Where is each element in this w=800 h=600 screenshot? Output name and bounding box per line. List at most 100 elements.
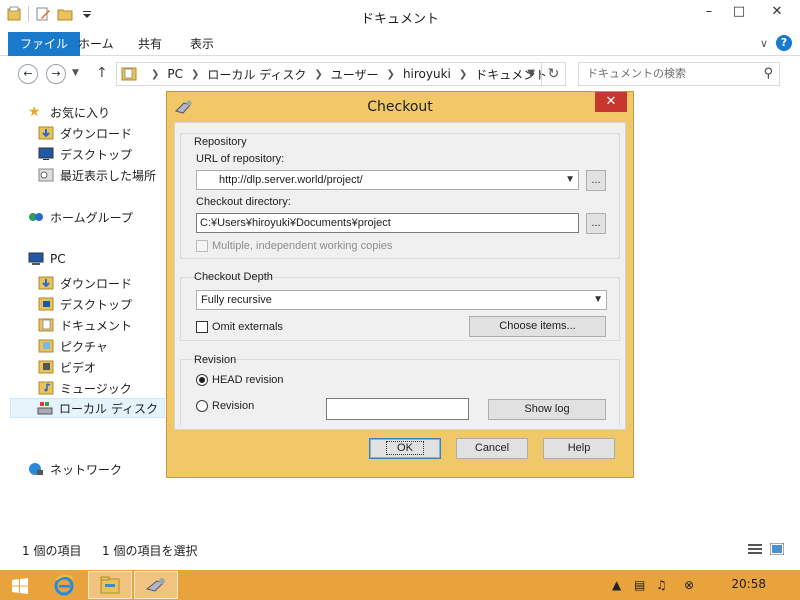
navigation-pane: ★ お気に入り ダウンロード デスクトップ 最近表示した場所 ホームグループ P… — [0, 96, 165, 536]
details-view-icon[interactable] — [748, 543, 762, 555]
checkbox-box[interactable] — [196, 240, 208, 252]
nav-pc-local-disk[interactable]: ローカル ディスク — [10, 398, 165, 418]
ok-button[interactable]: OK — [369, 438, 441, 459]
network-icon — [29, 463, 43, 475]
address-dropdown-icon[interactable]: ▼ — [527, 68, 535, 79]
pictures-folder-icon — [38, 339, 54, 353]
radio-dot[interactable] — [196, 374, 208, 386]
ok-button-label: OK — [386, 441, 424, 455]
checkout-dir-input[interactable]: C:¥Users¥hiroyuki¥Documents¥project — [196, 213, 579, 233]
pc-icon — [28, 252, 44, 265]
chevron-right-icon[interactable]: ❯ — [314, 69, 322, 80]
music-folder-icon — [38, 381, 54, 395]
nav-pc-downloads-label: ダウンロード — [60, 276, 133, 291]
dialog-body: Repository URL of repository: http://dlp… — [174, 122, 626, 430]
radio-dot[interactable] — [196, 400, 208, 412]
internet-explorer-icon[interactable] — [42, 571, 86, 599]
dir-browse-button[interactable]: ... — [586, 213, 606, 234]
revision-input[interactable] — [326, 398, 469, 420]
tab-share[interactable]: 共有 — [126, 32, 174, 56]
window-title: ドキュメント — [360, 12, 439, 27]
recent-places-icon — [38, 168, 54, 182]
breadcrumb-local-disk[interactable]: ローカル ディスク — [207, 66, 306, 83]
nav-pc-desktop-label: デスクトップ — [60, 297, 133, 312]
head-revision-radio[interactable]: HEAD revision — [196, 374, 284, 386]
head-revision-label: HEAD revision — [212, 374, 284, 386]
dialog-titlebar: Checkout ✕ — [167, 92, 633, 122]
network-tray-icon[interactable]: ▤ — [634, 578, 645, 592]
checkout-dir-label: Checkout directory: — [196, 196, 291, 208]
omit-externals-label: Omit externals — [212, 321, 283, 333]
recent-dropdown-icon[interactable]: ▼ — [72, 68, 79, 78]
tab-view[interactable]: 表示 — [178, 32, 226, 56]
caption-buttons: – □ ✕ — [694, 0, 800, 22]
status-item-count: 1 個の項目 — [22, 544, 82, 558]
nav-favorites-label: お気に入り — [50, 105, 111, 120]
breadcrumb-users[interactable]: ユーザー — [331, 66, 379, 83]
folder-icon — [121, 67, 137, 81]
forward-icon[interactable]: → — [46, 64, 66, 84]
action-center-icon[interactable]: ⊗ — [684, 578, 694, 592]
chevron-down-icon[interactable]: ∨ — [760, 37, 768, 50]
taskbar-clock[interactable]: 20:58 — [731, 577, 766, 591]
nav-fav-recent-label: 最近表示した場所 — [60, 168, 157, 183]
show-log-button[interactable]: Show log — [488, 399, 606, 420]
multiple-working-copies-label: Multiple, independent working copies — [212, 240, 393, 252]
revision-label: Revision — [212, 400, 255, 412]
help-button[interactable]: Help — [543, 438, 615, 459]
chevron-down-icon[interactable]: ▼ — [565, 171, 575, 189]
chevron-right-icon[interactable]: ❯ — [459, 69, 467, 80]
search-icon[interactable]: ⚲ — [763, 63, 773, 85]
maximize-icon[interactable]: □ — [724, 0, 754, 22]
minimize-icon[interactable]: – — [694, 0, 724, 22]
url-combobox[interactable]: http://dlp.server.world/project/ ▼ — [196, 170, 579, 190]
help-icon[interactable]: ? — [776, 35, 792, 51]
navigation-bar: ← → ▼ ↑ ❯ PC ❯ ローカル ディスク ❯ ユーザー ❯ hiroyu… — [0, 56, 800, 92]
desktop-folder-icon — [38, 297, 54, 311]
desktop-icon — [38, 147, 54, 160]
checkout-taskbar-icon[interactable] — [134, 571, 178, 599]
nav-pc-videos-label: ビデオ — [60, 360, 97, 375]
homegroup-icon — [29, 213, 43, 221]
file-explorer-taskbar-icon[interactable] — [88, 571, 132, 599]
depth-combobox[interactable]: Fully recursive ▼ — [196, 290, 607, 310]
chevron-right-icon[interactable]: ❯ — [151, 69, 159, 80]
nav-pc-music-label: ミュージック — [60, 381, 132, 396]
dialog-close-icon[interactable]: ✕ — [595, 92, 627, 112]
search-input[interactable]: ドキュメントの検索 ⚲ — [578, 62, 780, 86]
multiple-working-copies-checkbox[interactable]: Multiple, independent working copies — [196, 240, 392, 252]
up-icon[interactable]: ↑ — [96, 65, 108, 81]
nav-fav-downloads-label: ダウンロード — [60, 126, 133, 141]
back-icon[interactable]: ← — [18, 64, 38, 84]
close-icon[interactable]: ✕ — [754, 0, 800, 22]
nav-pc-label: PC — [50, 252, 66, 266]
nav-fav-desktop-label: デスクトップ — [60, 147, 133, 162]
windows-start-icon[interactable] — [12, 578, 28, 594]
revision-radio[interactable]: Revision — [196, 400, 254, 412]
refresh-icon[interactable]: ↻ — [541, 63, 565, 85]
documents-folder-icon — [38, 318, 54, 332]
address-bar[interactable]: ❯ PC ❯ ローカル ディスク ❯ ユーザー ❯ hiroyuki ❯ ドキュ… — [116, 62, 566, 86]
star-icon: ★ — [28, 104, 41, 120]
breadcrumb-pc[interactable]: PC — [167, 67, 183, 81]
volume-tray-icon[interactable]: ♫ — [656, 578, 667, 592]
tab-home[interactable]: ホーム — [66, 32, 126, 56]
local-disk-icon — [37, 402, 53, 415]
checkbox-box[interactable] — [196, 321, 208, 333]
large-icons-view-icon[interactable] — [770, 543, 784, 555]
nav-pc-local-disk-label: ローカル ディスク — [59, 401, 158, 416]
videos-folder-icon — [38, 360, 54, 374]
breadcrumb-user[interactable]: hiroyuki — [403, 67, 451, 81]
cancel-button[interactable]: Cancel — [456, 438, 528, 459]
chevron-down-icon[interactable]: ▼ — [593, 291, 603, 309]
chevron-right-icon[interactable]: ❯ — [387, 69, 395, 80]
choose-items-button[interactable]: Choose items... — [469, 316, 606, 337]
chevron-right-icon[interactable]: ❯ — [191, 69, 199, 80]
url-browse-button[interactable]: ... — [586, 170, 606, 191]
tray-chevron-icon[interactable]: ▲ — [612, 578, 621, 592]
omit-externals-checkbox[interactable]: Omit externals — [196, 321, 283, 333]
breadcrumb-documents[interactable]: ドキュメント — [475, 66, 547, 83]
repository-group-label: Repository — [194, 136, 247, 148]
downloads-folder-icon — [38, 126, 54, 140]
url-value: http://dlp.server.world/project/ — [219, 174, 363, 186]
